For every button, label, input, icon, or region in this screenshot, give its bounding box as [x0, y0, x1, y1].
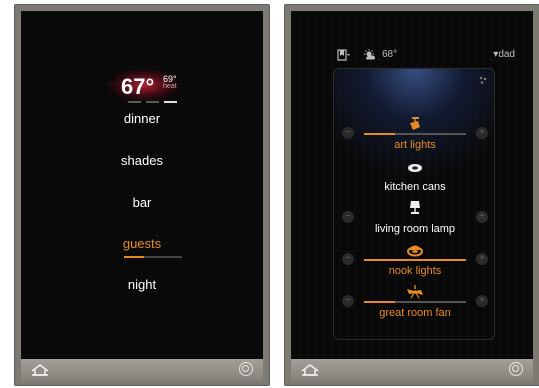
right-tablet: 68° ▾dad − + art lights kitchen cans − +…: [284, 4, 539, 386]
setpoint-value: 69°: [163, 74, 177, 84]
scene-night[interactable]: night: [21, 277, 263, 292]
table-lamp-icon: [410, 201, 420, 214]
current-temperature[interactable]: 67°: [121, 74, 154, 100]
left-tablet: 67° 69° heat dinner shades bar guests ni…: [14, 4, 270, 386]
dimmer-track[interactable]: [364, 301, 466, 303]
dim-down-button[interactable]: −: [342, 211, 354, 223]
user-name: dad: [498, 49, 515, 60]
light-label[interactable]: great room fan: [334, 307, 496, 319]
guests-level-fill: [124, 256, 145, 258]
power-icon[interactable]: [239, 362, 253, 376]
home-icon[interactable]: [299, 362, 321, 378]
light-label[interactable]: art lights: [334, 139, 496, 151]
can-light-icon: [408, 164, 422, 172]
scene-bar[interactable]: bar: [21, 195, 263, 210]
dimmer-fill: [364, 259, 466, 261]
left-screen: 67° 69° heat dinner shades bar guests ni…: [21, 11, 263, 359]
light-row-art-lights: − + art lights: [334, 117, 496, 159]
left-bottom-bar: [21, 359, 263, 381]
dimmer-fill: [364, 133, 395, 135]
dim-up-button[interactable]: +: [476, 211, 488, 223]
bookmark-icon[interactable]: [337, 49, 351, 61]
dim-up-button[interactable]: +: [476, 127, 488, 139]
light-row-great-room-fan: − + great room fan: [334, 285, 496, 327]
power-icon[interactable]: [509, 362, 523, 376]
guests-level-bar: [124, 256, 182, 258]
home-icon[interactable]: [29, 362, 51, 378]
light-label[interactable]: kitchen cans: [334, 181, 496, 193]
dimmer-track[interactable]: [364, 133, 466, 135]
scene-dinner[interactable]: dinner: [21, 111, 263, 126]
page-dot: [146, 101, 159, 103]
scene-shades[interactable]: shades: [21, 153, 263, 168]
pendant-icon: [407, 245, 423, 257]
light-row-living-room-lamp: − + living room lamp: [334, 201, 496, 243]
spotlight-icon: [410, 117, 420, 130]
ceiling-fan-icon: [407, 285, 423, 299]
light-label[interactable]: nook lights: [334, 265, 496, 277]
dim-down-button[interactable]: −: [342, 295, 354, 307]
weather-icon: [364, 49, 375, 60]
dim-down-button[interactable]: −: [342, 127, 354, 139]
page-dot-active: [164, 101, 177, 103]
status-bar: 68° ▾dad: [291, 49, 533, 63]
light-label[interactable]: living room lamp: [334, 223, 496, 235]
light-row-kitchen-cans: kitchen cans: [334, 159, 496, 201]
weather-temperature: 68°: [382, 49, 398, 60]
right-screen: 68° ▾dad − + art lights kitchen cans − +…: [291, 11, 533, 359]
lighting-panel: − + art lights kitchen cans − + living r…: [333, 68, 495, 340]
more-options-icon[interactable]: [478, 75, 488, 85]
dim-down-button[interactable]: −: [342, 253, 354, 265]
scene-guests[interactable]: guests: [21, 236, 263, 251]
page-indicator: [128, 101, 178, 103]
light-row-nook-lights: − + nook lights: [334, 243, 496, 285]
dim-up-button[interactable]: +: [476, 253, 488, 265]
setpoint-temperature: 69° heat: [163, 75, 177, 91]
dimmer-fill: [364, 301, 395, 303]
hvac-mode: heat: [163, 83, 177, 90]
dim-up-button[interactable]: +: [476, 295, 488, 307]
dimmer-track[interactable]: [364, 259, 466, 261]
user-selector[interactable]: ▾dad: [493, 49, 515, 60]
right-bottom-bar: [291, 359, 533, 381]
page-dot: [128, 101, 141, 103]
